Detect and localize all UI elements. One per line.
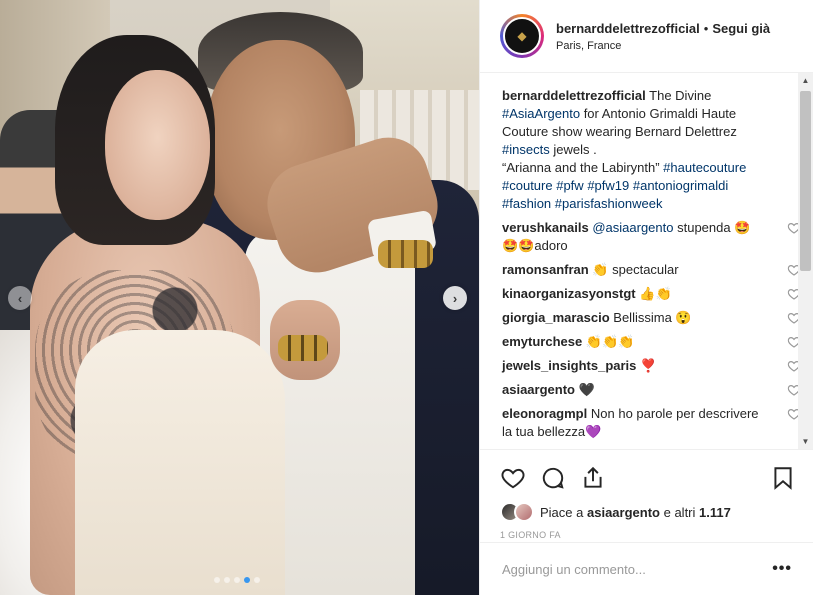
comment-item: jewels_insights_paris ❣️ <box>502 357 801 375</box>
comment-username[interactable]: kinaorganizasyonstgt <box>502 286 636 301</box>
share-icon[interactable] <box>580 465 606 491</box>
caption-hashtag[interactable]: #parisfashionweek <box>555 196 663 211</box>
comment-username[interactable]: ramonsanfran <box>502 262 589 277</box>
brand-logo-icon: ◆ <box>503 17 541 55</box>
comment-input[interactable] <box>502 561 773 577</box>
comment-item: verushkanails @asiaargento stupenda 🤩🤩🤩a… <box>502 219 801 255</box>
liker-avatars <box>500 502 540 522</box>
post-photo[interactable]: ‹ › <box>0 0 479 595</box>
header-separator: • <box>703 20 709 36</box>
likes-middle: e altri <box>663 504 696 520</box>
carousel-dot <box>234 577 240 583</box>
carousel-dot <box>254 577 260 583</box>
more-icon[interactable]: ••• <box>772 560 792 578</box>
photo-rings <box>378 240 433 268</box>
comment-item: asiaargento 🖤 <box>502 381 801 399</box>
caption-hashtag[interactable]: #pfw <box>556 178 583 193</box>
carousel-dot <box>214 577 220 583</box>
likes-summary[interactable]: Piace a asiaargento e altri 1.117 <box>500 502 796 522</box>
comment-username[interactable]: jewels_insights_paris <box>502 358 636 373</box>
add-comment-bar: ••• <box>480 542 813 595</box>
comment-item: ramonsanfran 👏 spectacular <box>502 261 801 279</box>
comment-text: ❣️ <box>640 358 657 373</box>
caption-mention[interactable]: #AsiaArgento <box>502 106 580 121</box>
comment-username[interactable]: emyturchese <box>502 334 582 349</box>
post-caption: bernarddelettrezofficial The Divine #Asi… <box>502 87 775 213</box>
comment-item: giorgia_marascio Bellissima 😲 <box>502 309 801 327</box>
post-header: ◆ bernarddelettrezofficial • Segui già P… <box>480 0 813 73</box>
post-side-panel: ◆ bernarddelettrezofficial • Segui già P… <box>479 0 813 595</box>
comment-text: 👍👏 <box>639 286 672 301</box>
comment-text: Bellissima 😲 <box>613 310 692 325</box>
comment-text: 👏 spectacular <box>592 262 679 277</box>
likes-count[interactable]: 1.117 <box>699 505 731 520</box>
comment-username[interactable]: eleonoragmpl <box>502 406 587 421</box>
scroll-up-icon[interactable]: ▲ <box>798 73 813 88</box>
caption-hashtag[interactable]: #hautecouture <box>663 160 746 175</box>
scroll-thumb[interactable] <box>800 91 811 271</box>
heart-icon[interactable] <box>500 465 526 491</box>
header-username[interactable]: bernarddelettrezofficial <box>556 21 700 36</box>
comments-list[interactable]: bernarddelettrezofficial The Divine #Asi… <box>480 73 813 449</box>
photo-woman-face <box>105 70 210 220</box>
header-text: bernarddelettrezofficial • Segui già Par… <box>556 21 770 52</box>
photo-dress <box>75 330 285 595</box>
chevron-right-icon: › <box>452 290 458 306</box>
comment-mention[interactable]: @asiaargento <box>592 220 673 235</box>
comment-item: eleonoragmpl Non ho parole per descriver… <box>502 405 801 441</box>
carousel-next-button[interactable]: › <box>443 286 467 310</box>
comments-scrollbar[interactable]: ▲ ▼ <box>798 73 813 449</box>
bookmark-icon[interactable] <box>770 465 796 491</box>
comment-username[interactable]: asiaargento <box>502 382 575 397</box>
caption-hashtag[interactable]: #fashion <box>502 196 551 211</box>
comment-item: kinaorganizasyonstgt 👍👏 <box>502 285 801 303</box>
caption-hashtag[interactable]: #couture <box>502 178 553 193</box>
caption-username[interactable]: bernarddelettrezofficial <box>502 88 646 103</box>
caption-text-1: The Divine <box>649 88 712 103</box>
carousel-dots <box>214 577 260 583</box>
likes-user[interactable]: asiaargento <box>587 505 660 520</box>
comment-text: 👏👏👏 <box>585 334 635 349</box>
comment-text: 🖤 <box>578 382 595 397</box>
instagram-post-modal: ‹ › ◆ bernarddelettrezofficial • Segui g… <box>0 0 813 595</box>
caption-text-4: “Arianna and the Labirynth” <box>502 160 660 175</box>
post-location[interactable]: Paris, France <box>556 40 770 52</box>
caption-tag-insects[interactable]: #insects <box>502 142 550 157</box>
scroll-down-icon[interactable]: ▼ <box>798 434 813 449</box>
chevron-left-icon: ‹ <box>17 290 23 306</box>
comment-username[interactable]: verushkanails <box>502 220 589 235</box>
follow-button[interactable]: Segui già <box>712 21 770 36</box>
carousel-dot <box>224 577 230 583</box>
carousel-prev-button[interactable]: ‹ <box>8 286 32 310</box>
comment-username[interactable]: giorgia_marascio <box>502 310 610 325</box>
action-icons <box>500 458 796 498</box>
comment-items: verushkanails @asiaargento stupenda 🤩🤩🤩a… <box>502 219 801 441</box>
caption-hashtag[interactable]: #antoniogrimaldi <box>633 178 728 193</box>
comment-icon[interactable] <box>540 465 566 491</box>
comment-item: emyturchese 👏👏👏 <box>502 333 801 351</box>
liker-avatar <box>514 502 534 522</box>
post-actions: Piace a asiaargento e altri 1.117 1 GIOR… <box>480 449 813 540</box>
post-timestamp[interactable]: 1 GIORNO FA <box>500 530 796 540</box>
carousel-dot <box>244 577 250 583</box>
caption-text-3: jewels . <box>553 142 597 157</box>
caption-hashtag[interactable]: #pfw19 <box>587 178 629 193</box>
profile-avatar[interactable]: ◆ <box>500 14 544 58</box>
likes-prefix: Piace a <box>540 504 584 520</box>
photo-rings-second <box>278 335 328 361</box>
